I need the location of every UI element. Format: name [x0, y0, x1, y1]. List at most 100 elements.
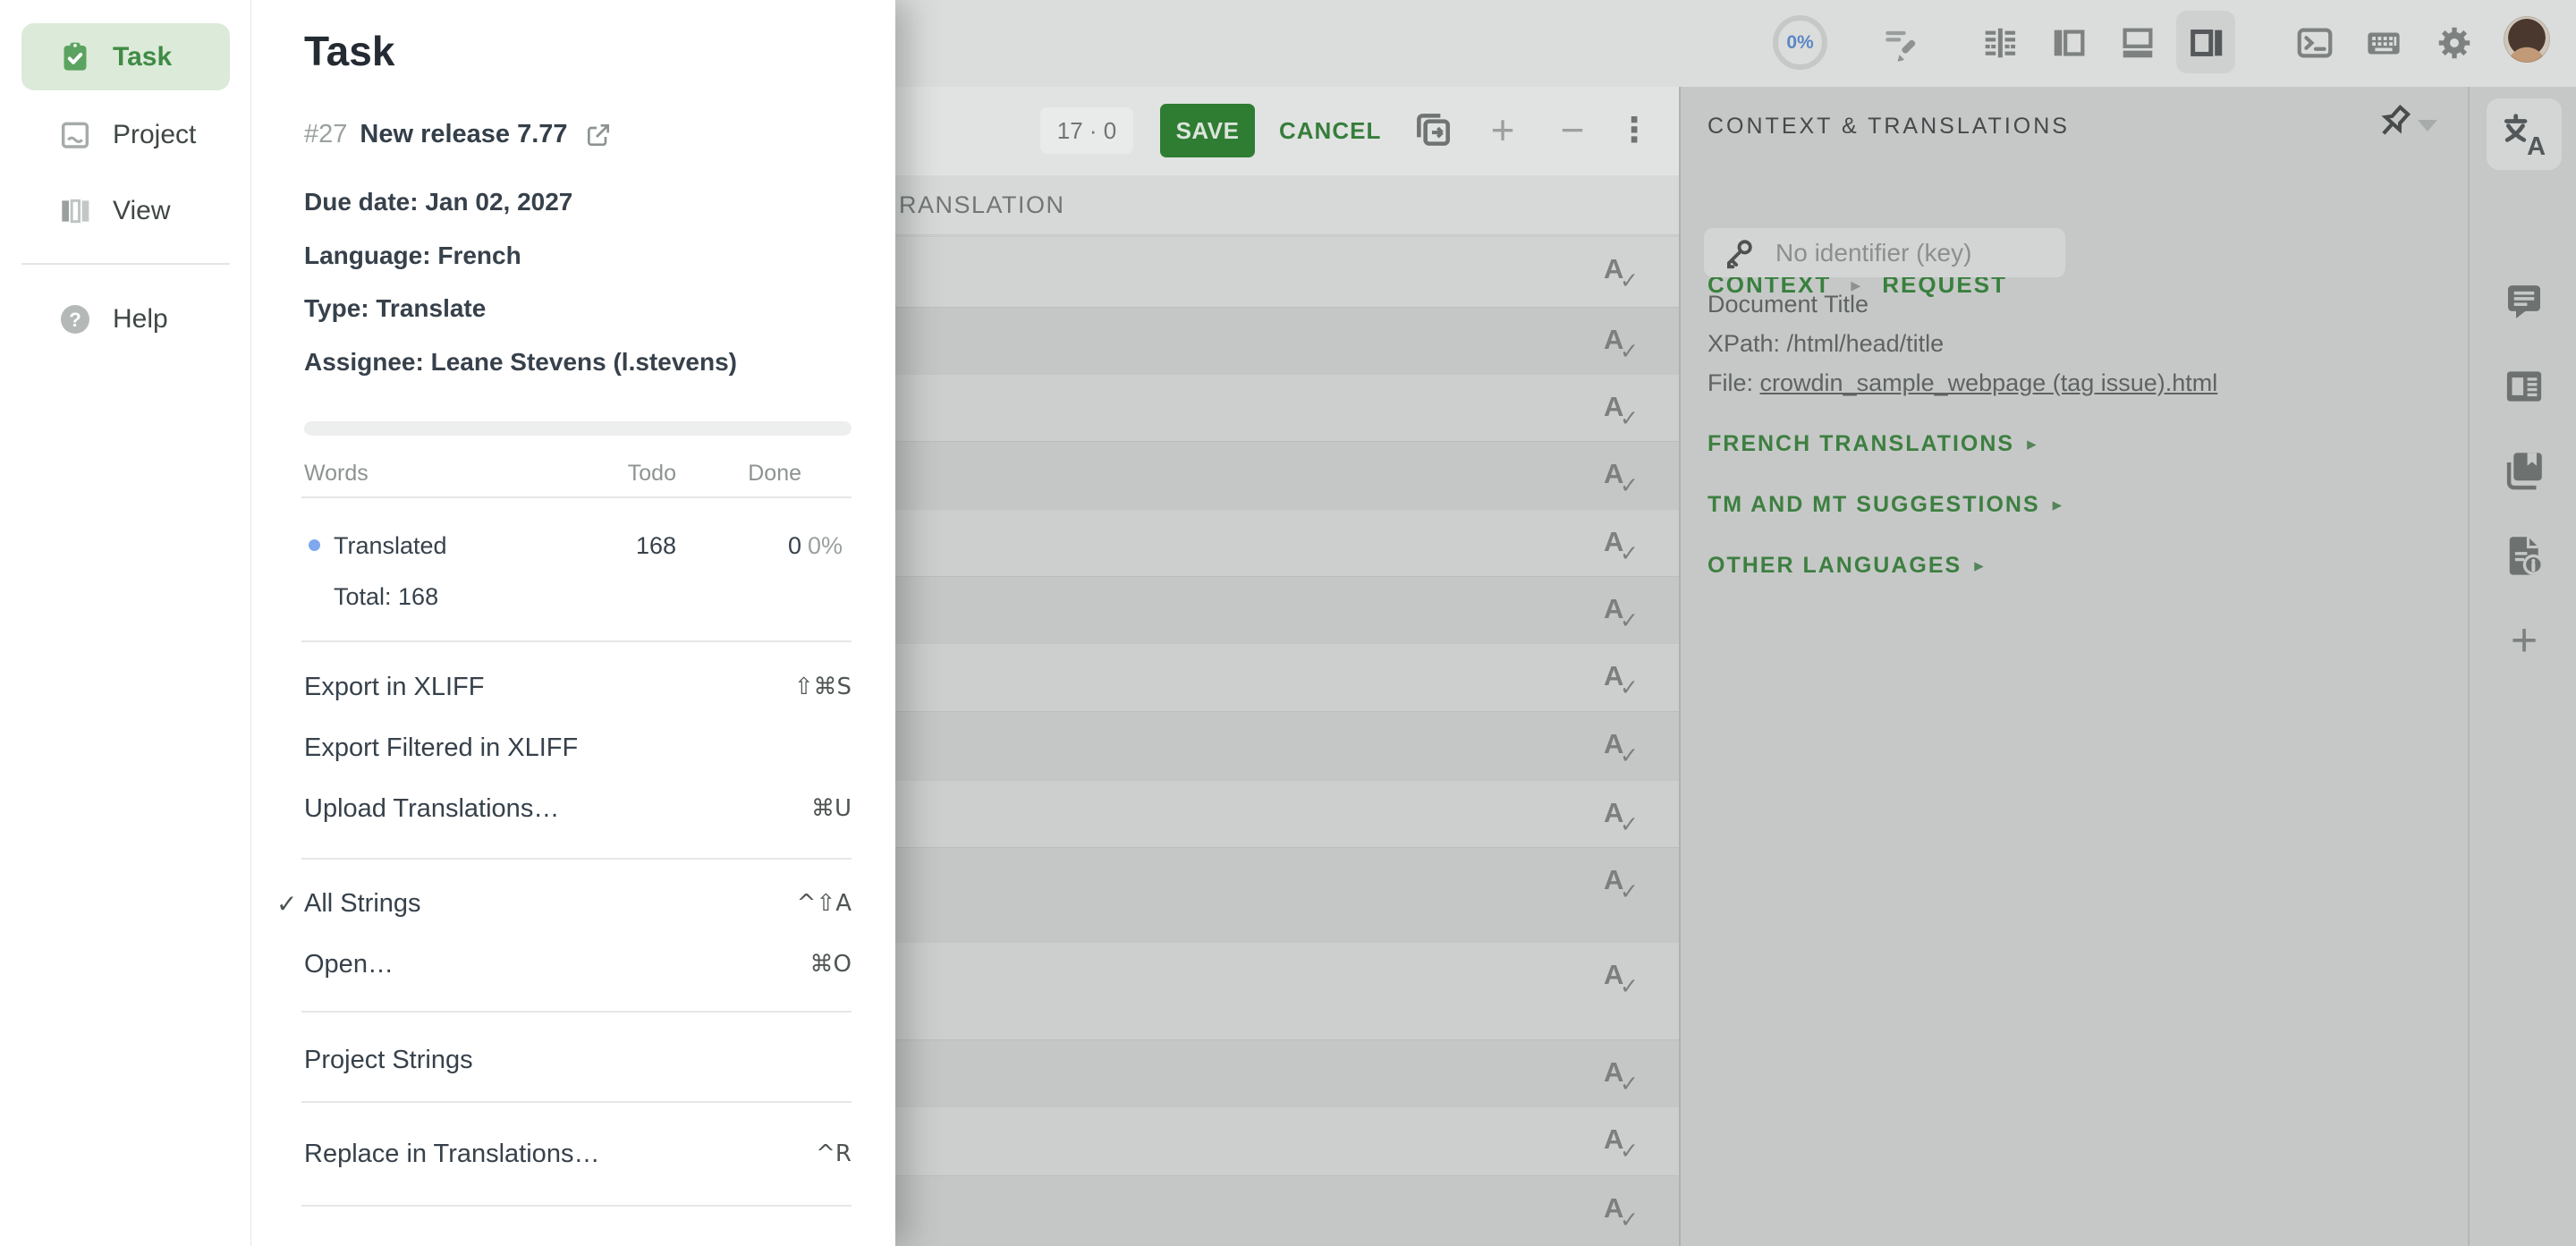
file-label: File: — [1707, 369, 1753, 396]
menu-divider — [301, 858, 852, 860]
draft-compose-icon[interactable] — [1876, 21, 1926, 64]
spellcheck-check: ✓ — [1620, 811, 1639, 838]
spellcheck-approved-icon[interactable]: A✓ — [1602, 1123, 1643, 1165]
context-translations-panel: CONTEXT & TRANSLATIONS CONTEXT ▸ REQUEST… — [1679, 87, 2468, 1246]
string-counter-badge: 17 · 0 — [1040, 107, 1133, 154]
add-string-icon[interactable]: + — [1478, 100, 1528, 159]
spellcheck-approved-icon[interactable]: A✓ — [1602, 458, 1643, 499]
project-icon — [57, 117, 93, 153]
table-divider — [301, 640, 852, 642]
file-details-panel-icon[interactable] — [2496, 528, 2552, 583]
sidebar-divider — [21, 263, 230, 265]
sidebar-item-help[interactable]: ? Help — [21, 285, 230, 352]
menu-shortcut: ⌘U — [811, 795, 852, 822]
sidebar-item-label: Project — [113, 120, 196, 150]
view-columns-icon — [57, 193, 93, 229]
words-column-header: Words — [304, 461, 369, 487]
left-sidebar: Task Project View — [0, 0, 251, 1246]
menu-item-label: All Strings✓ — [304, 889, 421, 919]
task-number: #27 — [304, 120, 347, 149]
menu-item-export-filtered-in-xliff[interactable]: Export Filtered in XLIFF — [304, 723, 852, 773]
translated-status-dot — [309, 539, 320, 551]
glossary-panel-icon[interactable] — [2496, 443, 2552, 498]
kebab-glyph: ⋮ — [1617, 110, 1651, 150]
keyboard-shortcuts-icon[interactable] — [2360, 20, 2407, 66]
menu-item-replace-in-translations[interactable]: Replace in Translations…^R — [304, 1129, 852, 1179]
menu-item-label: Replace in Translations… — [304, 1140, 599, 1169]
expand-arrow-icon: ▸ — [2053, 494, 2064, 516]
menu-item-all-strings[interactable]: All Strings✓^⇧A — [304, 878, 852, 928]
right-panel-view-icon[interactable] — [2183, 20, 2230, 66]
spellcheck-check: ✓ — [1620, 878, 1639, 905]
side-by-side-view-icon[interactable] — [2046, 20, 2092, 66]
identifier-key-badge: No identifier (key) — [1704, 228, 2065, 277]
user-avatar[interactable] — [2504, 16, 2550, 63]
context-file-line: File: crowdin_sample_webpage (tag issue)… — [1707, 369, 2217, 397]
spellcheck-approved-icon[interactable]: A✓ — [1602, 864, 1643, 905]
context-panel-icon[interactable] — [2496, 359, 2552, 414]
translation-column-header: RANSLATION — [899, 175, 1065, 235]
menu-divider — [301, 1101, 852, 1103]
sidebar-item-project[interactable]: Project — [21, 101, 230, 168]
spellcheck-approved-icon[interactable]: A✓ — [1602, 1192, 1643, 1233]
file-link[interactable]: crowdin_sample_webpage (tag issue).html — [1760, 369, 2218, 396]
translation-progress-indicator[interactable]: 0% — [1773, 15, 1827, 70]
spellcheck-approved-icon[interactable]: A✓ — [1602, 324, 1643, 365]
checkmark-icon: ✓ — [276, 889, 297, 919]
spellcheck-approved-icon[interactable]: A✓ — [1602, 959, 1643, 1000]
bottom-panel-view-icon[interactable] — [2114, 20, 2161, 66]
total-row-label: Total: 168 — [334, 583, 438, 611]
task-dropdown-panel: Task #27 New release 7.77 Due date: Jan … — [251, 0, 895, 1246]
context-source-label: Document Title — [1707, 291, 1868, 318]
remove-string-icon[interactable]: − — [1547, 100, 1597, 159]
copy-source-icon[interactable] — [1408, 100, 1458, 159]
menu-item-export-in-xliff[interactable]: Export in XLIFF⇧⌘S — [304, 662, 852, 712]
spellcheck-approved-icon[interactable]: A✓ — [1602, 391, 1643, 432]
translate-panel-icon[interactable]: A — [2496, 106, 2552, 162]
settings-gear-icon[interactable] — [2431, 20, 2478, 66]
section-tm-mt-suggestions[interactable]: TM AND MT SUGGESTIONS ▸ — [1707, 492, 2063, 518]
expand-arrow-icon: ▸ — [1974, 555, 1986, 577]
section-label: TM AND MT SUGGESTIONS — [1707, 492, 2040, 518]
spellcheck-approved-icon[interactable]: A✓ — [1602, 797, 1643, 838]
menu-item-open[interactable]: Open…⌘O — [304, 939, 852, 989]
sidebar-item-task[interactable]: Task — [21, 23, 230, 90]
spellcheck-approved-icon[interactable]: A✓ — [1602, 660, 1643, 701]
comments-panel-icon[interactable] — [2496, 275, 2552, 330]
spellcheck-check: ✓ — [1620, 338, 1639, 365]
menu-item-upload-translations[interactable]: Upload Translations… ⌘U — [304, 784, 852, 834]
comfortable-view-icon[interactable] — [1977, 20, 2023, 66]
menu-item-label: Upload Translations… — [304, 794, 559, 824]
task-progress-bar — [304, 421, 852, 436]
cancel-button[interactable]: CANCEL — [1279, 104, 1381, 157]
external-link-icon[interactable] — [584, 121, 613, 149]
spellcheck-approved-icon[interactable]: A✓ — [1602, 1056, 1643, 1098]
menu-item-project-strings[interactable]: Project Strings — [304, 1035, 852, 1085]
section-other-languages[interactable]: OTHER LANGUAGES ▸ — [1707, 553, 1986, 579]
sidebar-item-label: View — [113, 196, 170, 226]
spellcheck-check: ✓ — [1620, 472, 1639, 499]
string-counter-label: 17 · 0 — [1057, 117, 1117, 145]
save-button[interactable]: SAVE — [1160, 104, 1255, 157]
task-language: Language: French — [304, 242, 521, 270]
section-french-translations[interactable]: FRENCH TRANSLATIONS ▸ — [1707, 431, 2038, 457]
menu-item-label: Open… — [304, 950, 394, 979]
terminal-icon[interactable] — [2292, 20, 2338, 66]
translated-todo-value: 168 — [591, 532, 676, 560]
sidebar-item-view[interactable]: View — [21, 177, 230, 244]
expand-arrow-icon: ▸ — [2027, 433, 2038, 455]
task-type: Type: Translate — [304, 294, 486, 323]
table-divider — [301, 496, 852, 498]
spellcheck-approved-icon[interactable]: A✓ — [1602, 593, 1643, 634]
todo-column-header: Todo — [591, 461, 676, 487]
spellcheck-approved-icon[interactable]: A✓ — [1602, 526, 1643, 567]
spellcheck-approved-icon[interactable]: A✓ — [1602, 253, 1643, 294]
help-question-icon: ? — [57, 301, 93, 337]
done-column-header: Done — [716, 461, 801, 487]
add-panel-icon[interactable]: + — [2496, 613, 2552, 668]
panel-dropdown-caret[interactable] — [2410, 114, 2445, 136]
translated-percent-value: 0% — [808, 532, 843, 560]
more-options-kebab-icon[interactable]: ⋮ — [1609, 100, 1659, 159]
plus-glyph: + — [1491, 106, 1515, 154]
spellcheck-approved-icon[interactable]: A✓ — [1602, 728, 1643, 769]
